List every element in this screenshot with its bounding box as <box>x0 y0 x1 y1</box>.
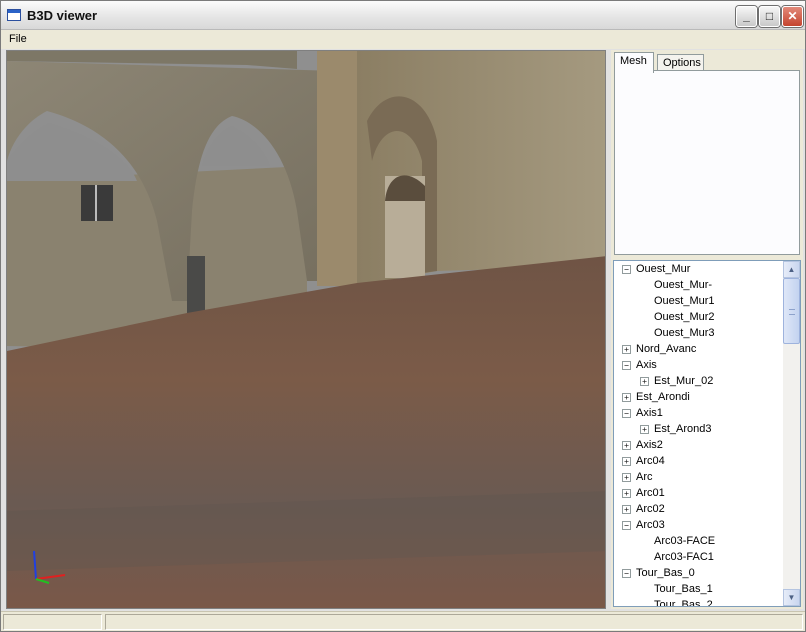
collapse-icon[interactable]: − <box>622 409 631 418</box>
expand-icon[interactable]: + <box>622 441 631 450</box>
tree-item-label: Est_Mur_02 <box>654 375 714 387</box>
tree-item[interactable]: Ouest_Mur- <box>614 277 783 293</box>
expand-icon[interactable]: + <box>622 505 631 514</box>
tree-item[interactable]: + Arc01 <box>614 485 783 501</box>
tree-item-label: Ouest_Mur1 <box>654 295 715 307</box>
collapse-icon[interactable]: − <box>622 521 631 530</box>
maximize-button[interactable]: □ <box>759 6 780 27</box>
menu-file[interactable]: File <box>9 33 27 45</box>
tree-item-label: Arc04 <box>636 455 665 467</box>
tree-rows: − Ouest_Mur Ouest_Mur- Ouest_Mur1 Ouest_Mur2… <box>614 261 783 606</box>
expand-icon[interactable]: + <box>622 393 631 402</box>
tree-item[interactable]: Ouest_Mur2 <box>614 309 783 325</box>
tree-item-label: Ouest_Mur <box>636 263 691 275</box>
3d-viewport[interactable] <box>6 50 606 609</box>
menu-bar: File <box>1 30 805 49</box>
tree-item-label: Est_Arondi <box>636 391 690 403</box>
tree-item-label: Axis2 <box>636 439 663 451</box>
scroll-thumb[interactable] <box>783 278 800 344</box>
statue <box>187 256 205 316</box>
tab-mesh[interactable]: Mesh <box>614 52 654 73</box>
tree-item[interactable]: + Est_Mur_02 <box>614 373 783 389</box>
tree-item[interactable]: Tour_Bas_2 <box>614 597 783 606</box>
tree-item-label: Ouest_Mur3 <box>654 327 715 339</box>
tree-item-label: Est_Arond3 <box>654 423 712 435</box>
tree-item[interactable]: − Axis1 <box>614 405 783 421</box>
tree-item-label: Ouest_Mur2 <box>654 311 715 323</box>
collapse-icon[interactable]: − <box>622 361 631 370</box>
title-bar[interactable]: B3D viewer _ □ ✕ <box>1 1 805 30</box>
tree-item-label: Arc03-FAC1 <box>654 551 714 563</box>
tree-item-label: Arc03-FACE <box>654 535 716 547</box>
mesh-tab-page <box>614 70 800 255</box>
tree-item-label: Nord_Avanc <box>636 343 697 355</box>
grip-icon <box>789 309 795 315</box>
status-pane-main <box>105 614 803 630</box>
window-frame <box>95 185 97 221</box>
tree-item[interactable]: Arc03-FACE <box>614 533 783 549</box>
tree-item[interactable]: − Ouest_Mur <box>614 261 783 277</box>
scroll-down-button[interactable]: ▼ <box>783 589 800 606</box>
tree-item[interactable]: + Est_Arond3 <box>614 421 783 437</box>
status-pane-left <box>3 614 102 630</box>
status-bar <box>1 611 805 631</box>
tree-item[interactable]: − Axis <box>614 357 783 373</box>
close-button[interactable]: ✕ <box>782 6 803 27</box>
expand-icon[interactable]: + <box>640 425 649 434</box>
mesh-tree[interactable]: − Ouest_Mur Ouest_Mur- Ouest_Mur1 Ouest_Mur2… <box>613 260 801 607</box>
tree-item-label: Axis <box>636 359 657 371</box>
tree-item[interactable]: + Axis2 <box>614 437 783 453</box>
expand-icon[interactable]: + <box>640 377 649 386</box>
tree-item[interactable]: + Est_Arondi <box>614 389 783 405</box>
tree-item[interactable]: Ouest_Mur1 <box>614 293 783 309</box>
app-window: B3D viewer _ □ ✕ File Mesh Options − Oue… <box>0 0 806 632</box>
tree-item[interactable]: Tour_Bas_1 <box>614 581 783 597</box>
tree-item[interactable]: + Arc02 <box>614 501 783 517</box>
window-title: B3D viewer <box>27 8 98 23</box>
tree-item-label: Axis1 <box>636 407 663 419</box>
tree-item-label: Arc02 <box>636 503 665 515</box>
app-window-icon <box>7 9 21 21</box>
tree-item-label: Tour_Bas_1 <box>654 583 713 595</box>
tree-item-label: Arc03 <box>636 519 665 531</box>
tree-item-label: Tour_Bas_0 <box>636 567 695 579</box>
scene-render <box>7 51 605 608</box>
tree-item-label: Arc01 <box>636 487 665 499</box>
tree-item-label: Arc <box>636 471 653 483</box>
collapse-icon[interactable]: − <box>622 265 631 274</box>
tree-item[interactable]: + Nord_Avanc <box>614 341 783 357</box>
tree-item[interactable]: − Arc03 <box>614 517 783 533</box>
minimize-button[interactable]: _ <box>736 6 757 27</box>
tree-item-label: Tour_Bas_2 <box>654 599 713 606</box>
collapse-icon[interactable]: − <box>622 569 631 578</box>
tree-item[interactable]: − Tour_Bas_0 <box>614 565 783 581</box>
scroll-up-button[interactable]: ▲ <box>783 261 800 278</box>
central-pillar <box>317 51 357 286</box>
tree-item-label: Ouest_Mur- <box>654 279 713 291</box>
tree-item[interactable]: Ouest_Mur3 <box>614 325 783 341</box>
tree-item[interactable]: + Arc <box>614 469 783 485</box>
tree-item[interactable]: + Arc04 <box>614 453 783 469</box>
side-panel: Mesh Options − Ouest_Mur Ouest_Mur- Ouest_M… <box>611 50 803 609</box>
tree-item[interactable]: Arc03-FAC1 <box>614 549 783 565</box>
expand-icon[interactable]: + <box>622 457 631 466</box>
tree-scrollbar[interactable]: ▲ ▼ <box>783 261 800 606</box>
expand-icon[interactable]: + <box>622 473 631 482</box>
tab-bar: Mesh Options <box>614 52 800 73</box>
expand-icon[interactable]: + <box>622 345 631 354</box>
expand-icon[interactable]: + <box>622 489 631 498</box>
